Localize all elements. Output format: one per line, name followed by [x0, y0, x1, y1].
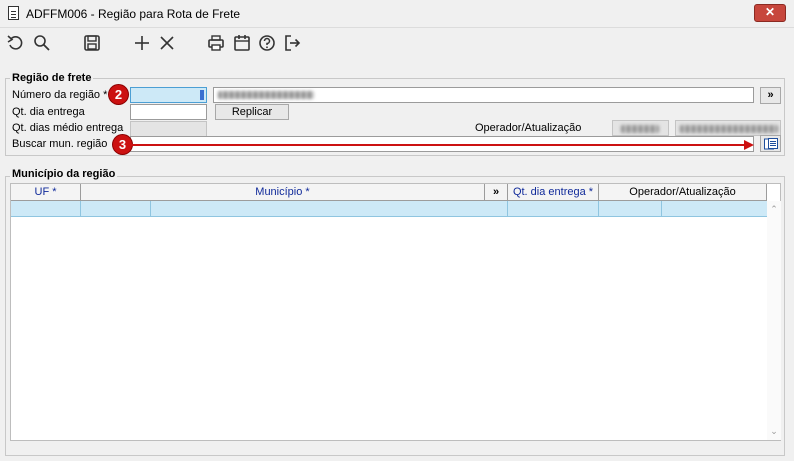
window-title: ADFFM006 - Região para Rota de Frete	[26, 7, 241, 21]
arrow-line	[130, 144, 744, 146]
text-cursor	[200, 90, 204, 100]
save-icon[interactable]	[81, 32, 103, 54]
scroll-down-icon[interactable]: ⌄	[770, 427, 778, 436]
col-qt-dia-entrega[interactable]: Qt. dia entrega *	[508, 184, 599, 201]
regiao-legend: Região de frete	[10, 72, 94, 84]
qt-dias-medio-label: Qt. dias médio entrega	[12, 122, 124, 134]
expand-button[interactable]: »	[760, 87, 781, 104]
qt-dias-medio-input	[130, 121, 207, 137]
qt-dia-entrega-input[interactable]	[130, 104, 207, 120]
cell-operador[interactable]	[599, 201, 662, 217]
col-operador-atualizacao[interactable]: Operador/Atualização	[599, 184, 767, 201]
municipio-legend: Município da região	[10, 168, 118, 180]
col-municipio[interactable]: Município *	[81, 184, 485, 201]
col-uf[interactable]: UF *	[11, 184, 81, 201]
search-icon[interactable]	[31, 32, 53, 54]
list-icon	[763, 138, 778, 150]
grid-header: UF * Município * » Qt. dia entrega * Ope…	[11, 184, 767, 201]
arrow-head	[744, 140, 754, 150]
calendar-icon[interactable]	[231, 32, 253, 54]
qt-dia-entrega-label: Qt. dia entrega	[12, 106, 85, 118]
cell-uf[interactable]	[11, 201, 81, 217]
add-icon[interactable]	[131, 32, 153, 54]
table-row[interactable]	[11, 201, 767, 217]
scroll-up-icon[interactable]: ⌃	[770, 205, 778, 214]
cell-atualizacao[interactable]	[662, 201, 767, 217]
title-bar: ADFFM006 - Região para Rota de Frete ✕	[0, 0, 794, 28]
numero-regiao-label: Número da região *	[12, 89, 108, 101]
numero-regiao-input[interactable]	[130, 87, 207, 103]
redacted-text	[680, 125, 778, 133]
help-icon[interactable]	[256, 32, 278, 54]
col-expand[interactable]: »	[485, 184, 508, 201]
exit-icon[interactable]	[281, 32, 303, 54]
toolbar	[0, 29, 794, 61]
step-marker-2: 2	[109, 85, 128, 104]
close-icon[interactable]	[156, 32, 178, 54]
operador-input	[612, 120, 669, 136]
expand-label: »	[767, 89, 774, 101]
redacted-text	[621, 125, 659, 133]
cell-municipio[interactable]	[151, 201, 508, 217]
replicar-label: Replicar	[231, 106, 273, 118]
vertical-scrollbar[interactable]: ⌃ ⌄	[767, 201, 781, 440]
replicar-button[interactable]: Replicar	[215, 104, 289, 120]
cell-qt-dia[interactable]	[508, 201, 599, 217]
atualizacao-input	[675, 120, 781, 136]
undo-icon[interactable]	[5, 32, 27, 54]
operador-atualizacao-label: Operador/Atualização	[475, 122, 582, 134]
buscar-lookup-button[interactable]	[760, 135, 781, 152]
print-icon[interactable]	[205, 32, 227, 54]
document-icon	[8, 6, 19, 20]
municipio-grid: UF * Município * » Qt. dia entrega * Ope…	[10, 183, 781, 441]
close-window-button[interactable]: ✕	[754, 4, 786, 22]
redacted-text	[218, 91, 314, 99]
regiao-description-input[interactable]	[213, 87, 754, 103]
cell-codigo[interactable]	[81, 201, 151, 217]
buscar-mun-regiao-label: Buscar mun. região	[12, 138, 108, 150]
